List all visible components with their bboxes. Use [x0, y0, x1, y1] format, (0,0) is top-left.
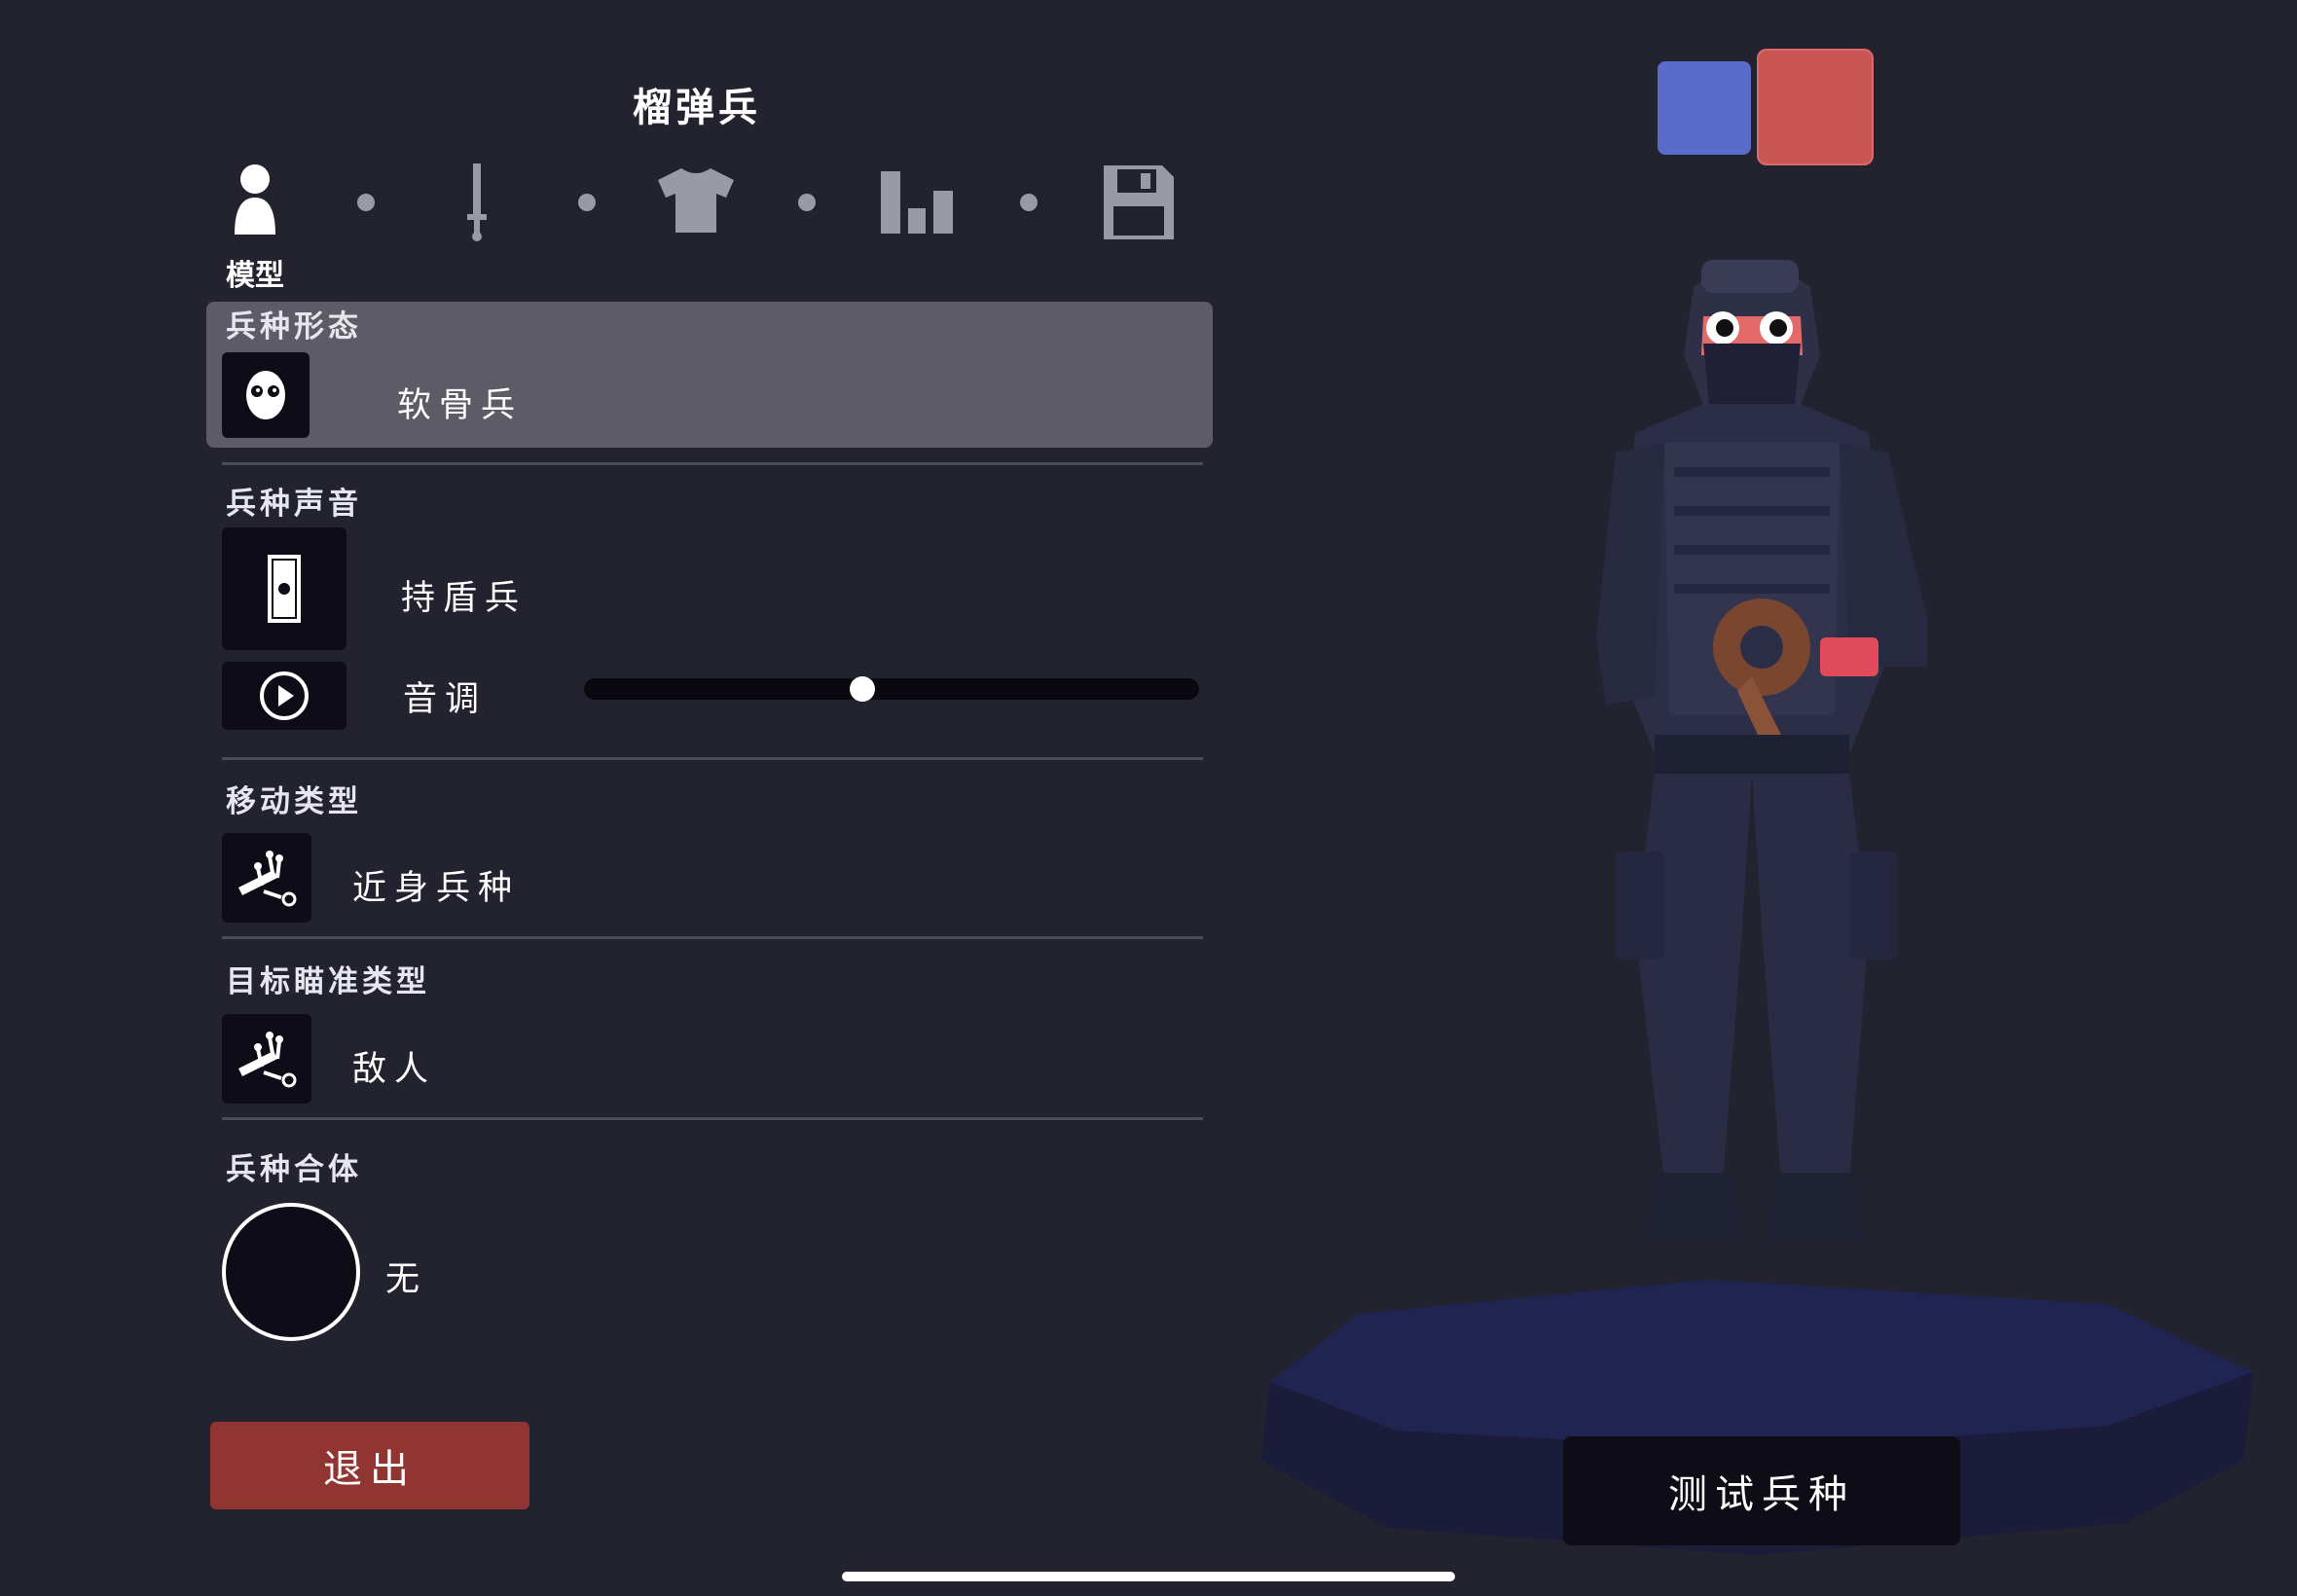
targeting-value: 敌人	[352, 1050, 437, 1089]
movement-value: 近身兵种	[352, 869, 521, 908]
melee-icon	[238, 851, 297, 907]
combination-section-label: 兵种合体	[226, 1152, 362, 1187]
divider	[222, 936, 1203, 939]
targeting-icon-button[interactable]	[222, 1014, 311, 1104]
movement-icon-button[interactable]	[222, 833, 311, 923]
divider	[222, 1117, 1203, 1120]
melee-icon	[238, 1032, 297, 1088]
tab-model[interactable]	[226, 161, 284, 238]
home-indicator[interactable]	[842, 1572, 1455, 1581]
combination-slot-button[interactable]	[222, 1203, 360, 1341]
bar-chart-icon	[881, 171, 953, 234]
page-title: 榴弹兵	[633, 86, 761, 130]
floppy-disk-icon	[1104, 164, 1174, 239]
voice-value: 持盾兵	[401, 579, 528, 618]
voice-icon-button[interactable]	[222, 527, 346, 650]
person-icon	[235, 164, 275, 235]
tab-separator	[1020, 194, 1038, 211]
sword-icon	[467, 163, 487, 241]
tab-separator	[578, 194, 596, 211]
divider	[222, 462, 1203, 465]
pitch-label: 音调	[403, 680, 488, 719]
test-unit-button[interactable]: 测试兵种	[1563, 1436, 1960, 1545]
play-voice-button[interactable]	[222, 662, 346, 730]
team-red-button[interactable]	[1757, 49, 1874, 165]
tab-stats[interactable]	[878, 167, 956, 236]
tab-save[interactable]	[1100, 161, 1178, 243]
form-section-label: 兵种形态	[226, 309, 362, 345]
targeting-section-label: 目标瞄准类型	[226, 964, 430, 999]
tab-clothing[interactable]	[657, 165, 735, 236]
form-icon-button[interactable]	[222, 352, 310, 438]
pitch-slider[interactable]	[584, 676, 1199, 702]
shield-icon	[266, 553, 303, 625]
unit-preview-model[interactable]	[1557, 248, 1947, 1396]
combination-value: 无	[385, 1260, 428, 1299]
play-icon	[260, 671, 309, 720]
form-value: 软骨兵	[397, 386, 524, 425]
pitch-slider-knob[interactable]	[849, 676, 875, 702]
face-icon	[246, 371, 285, 419]
tab-separator	[357, 194, 375, 211]
tab-model-label: 模型	[226, 259, 284, 293]
team-blue-button[interactable]	[1658, 61, 1751, 155]
voice-section-label: 兵种声音	[226, 487, 362, 522]
divider	[222, 757, 1203, 760]
tab-weapon[interactable]	[448, 161, 506, 243]
exit-button[interactable]: 退出	[210, 1422, 529, 1509]
movement-section-label: 移动类型	[226, 784, 362, 819]
tab-separator	[798, 194, 816, 211]
shirt-icon	[658, 168, 734, 233]
